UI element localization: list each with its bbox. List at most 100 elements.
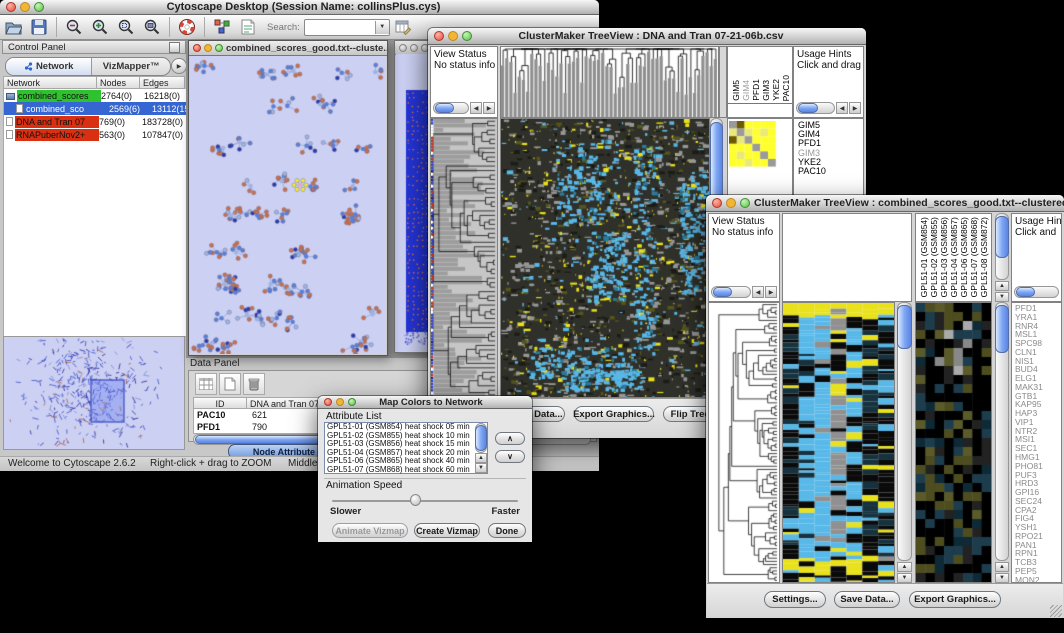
attribute-list-item[interactable]: GPL51-01 (GSM854) heat shock 05 min <box>325 423 487 432</box>
save-icon[interactable] <box>28 16 50 38</box>
gene-label[interactable]: MON2 <box>1015 576 1061 583</box>
scrollbar-thumb[interactable] <box>798 103 818 113</box>
gene-label[interactable]: HMG1 <box>1015 453 1061 462</box>
scrollbar-thumb[interactable] <box>1016 287 1035 297</box>
network-window-1-titlebar[interactable]: combined_scores_good.txt--cluste... <box>189 41 387 56</box>
network-tree-row[interactable]: DNA and Tran 07 769(0) 183728(0) <box>4 115 186 128</box>
export-graphics-button[interactable]: Export Graphics... <box>574 406 654 422</box>
close-icon[interactable] <box>712 198 722 208</box>
tab-network[interactable]: Network <box>6 58 91 75</box>
gene-label[interactable]: RPN1 <box>1015 549 1061 558</box>
minimize-icon[interactable] <box>410 44 418 52</box>
minimize-icon[interactable] <box>336 398 344 406</box>
open-file-icon[interactable] <box>2 16 24 38</box>
usage-hints-hscrollbar[interactable] <box>1014 286 1059 298</box>
network-tree-row[interactable]: combined_scores 2764(0) 16218(0) <box>4 89 186 102</box>
gene-label[interactable]: CLN1 <box>1015 348 1061 357</box>
zoom-window-icon[interactable] <box>34 2 44 12</box>
gene-label[interactable]: HAP3 <box>1015 409 1061 418</box>
gene-label[interactable]: MSI1 <box>1015 435 1061 444</box>
speed-slider-track[interactable] <box>332 500 518 502</box>
scroll-up-icon[interactable]: ▲ <box>897 562 912 572</box>
scrollbar-thumb[interactable] <box>435 103 454 113</box>
move-down-button[interactable]: ∨ <box>495 450 525 463</box>
scrollbar-thumb[interactable] <box>897 305 912 349</box>
dialog-titlebar[interactable]: Map Colors to Network <box>318 396 532 409</box>
data-table-icon[interactable] <box>195 373 217 395</box>
zoom-selected-icon[interactable] <box>115 16 137 38</box>
help-icon[interactable] <box>176 16 198 38</box>
delete-attribute-icon[interactable] <box>243 373 265 395</box>
move-up-button[interactable]: ∧ <box>495 432 525 445</box>
zoom-window-icon[interactable] <box>462 31 472 41</box>
gene-label[interactable]: GTB1 <box>1015 392 1061 401</box>
scroll-up-icon[interactable]: ▲ <box>475 453 487 463</box>
animate-vizmap-button[interactable]: Animate Vizmap <box>332 523 408 538</box>
scroll-right-icon[interactable]: ▶ <box>483 102 495 114</box>
gene-label[interactable]: YSH1 <box>1015 523 1061 532</box>
export-graphics-button[interactable]: Export Graphics... <box>909 591 1001 608</box>
done-button[interactable]: Done <box>488 523 526 538</box>
treeview2-titlebar[interactable]: ClusterMaker TreeView : combined_scores_… <box>706 195 1064 212</box>
gene-label[interactable]: PEP5 <box>1015 567 1061 576</box>
gene-label[interactable]: PAN1 <box>1015 541 1061 550</box>
settings-button[interactable]: Settings... <box>764 591 826 608</box>
usage-hints-hscrollbar[interactable]: ◀ ▶ <box>796 102 861 114</box>
heatmap-canvas[interactable] <box>783 303 894 582</box>
zoom-in-icon[interactable] <box>89 16 111 38</box>
close-icon[interactable] <box>6 2 16 12</box>
attribute-list-vscrollbar[interactable]: ▲ ▼ <box>475 423 487 473</box>
view-status-hscrollbar[interactable]: ◀ ▶ <box>711 286 777 298</box>
search-input[interactable]: ▼ <box>304 19 390 36</box>
zoom-heatmap-canvas[interactable] <box>916 303 991 582</box>
network-canvas-1[interactable] <box>190 56 386 354</box>
vizmapper-icon[interactable] <box>211 16 233 38</box>
scroll-left-icon[interactable]: ◀ <box>470 102 482 114</box>
col-nodes[interactable]: Nodes <box>97 76 140 89</box>
treeview2-vscrollbar[interactable]: ▲ ▼ <box>897 302 912 583</box>
treeview2-gene-vscrollbar[interactable]: ▲ ▼ <box>995 302 1009 583</box>
scroll-right-icon[interactable]: ▶ <box>765 286 777 298</box>
attribute-list-item[interactable]: GPL51-03 (GSM856) heat shock 15 min <box>325 440 487 449</box>
annotation-icon[interactable] <box>237 16 259 38</box>
heatmap-canvas[interactable] <box>501 119 709 397</box>
scroll-down-icon[interactable]: ▼ <box>475 463 487 473</box>
scrollbar-thumb[interactable] <box>475 425 487 451</box>
treeview1-scroll-strip[interactable] <box>719 46 727 118</box>
gene-label[interactable]: RPO21 <box>1015 532 1061 541</box>
close-icon[interactable] <box>434 31 444 41</box>
resize-grip[interactable] <box>1050 605 1062 617</box>
col-network[interactable]: Network <box>3 76 97 89</box>
gene-label[interactable]: NIS1 <box>1015 357 1061 366</box>
gene-label[interactable]: VIP1 <box>1015 418 1061 427</box>
row-dendrogram[interactable] <box>709 303 779 582</box>
data-col-id[interactable]: ID <box>193 397 247 409</box>
close-icon[interactable] <box>324 398 332 406</box>
view-status-hscrollbar[interactable]: ◀ ▶ <box>433 102 495 114</box>
gene-label[interactable]: MAK31 <box>1015 383 1061 392</box>
attribute-browser-icon[interactable] <box>392 16 414 38</box>
scroll-right-icon[interactable]: ▶ <box>849 102 861 114</box>
network-window-1[interactable]: combined_scores_good.txt--cluste... <box>188 40 388 356</box>
row-dendrogram[interactable] <box>431 119 497 397</box>
zoom-window-icon[interactable] <box>348 398 356 406</box>
col-edges[interactable]: Edges <box>140 76 185 89</box>
gene-label[interactable]: YRA1 <box>1015 313 1061 322</box>
minimize-icon[interactable] <box>204 44 212 52</box>
gene-label[interactable]: SPC98 <box>1015 339 1061 348</box>
tab-overflow-button[interactable]: ▶ <box>171 58 187 74</box>
minimize-icon[interactable] <box>20 2 30 12</box>
scroll-left-icon[interactable]: ◀ <box>836 102 848 114</box>
treeview2-top-vscrollbar[interactable]: ▲ ▼ <box>995 213 1009 302</box>
close-icon[interactable] <box>193 44 201 52</box>
network-tree-row[interactable]: combined_sco 2569(6) 13112(15) <box>4 102 186 115</box>
gene-label[interactable]: HRD3 <box>1015 479 1061 488</box>
save-data-button[interactable]: Save Data... <box>834 591 900 608</box>
scrollbar-thumb[interactable] <box>995 216 1009 258</box>
network-tree-row[interactable]: RNAPuberNov2+ 563(0) 107847(0) <box>4 128 186 141</box>
gene-label[interactable]: ELG1 <box>1015 374 1061 383</box>
column-dendrogram[interactable] <box>501 47 718 117</box>
scroll-down-icon[interactable]: ▼ <box>995 292 1009 302</box>
speed-slider-thumb[interactable] <box>410 494 421 506</box>
zoom-window-icon[interactable] <box>215 44 223 52</box>
